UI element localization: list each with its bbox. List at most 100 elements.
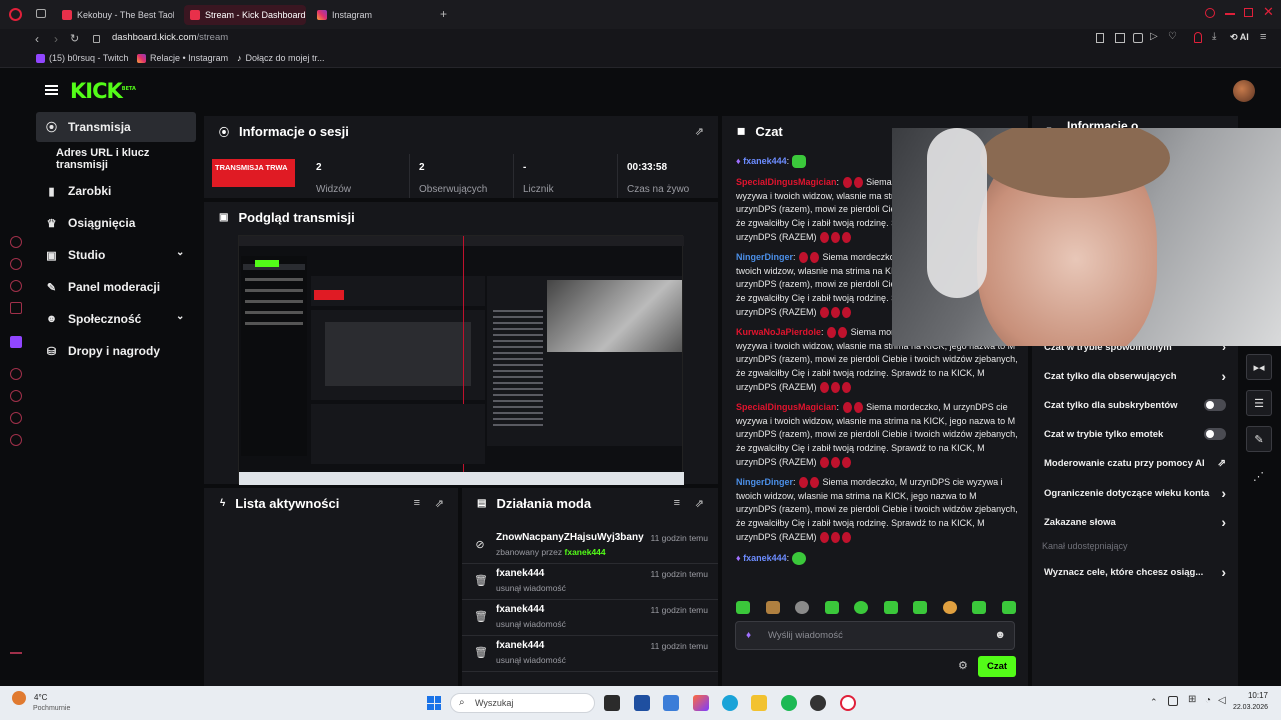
chat-username[interactable]: NingerDinger <box>736 252 793 262</box>
chat-message[interactable]: SpecialDingusMagician: Siema mordeczko, … <box>736 401 1018 470</box>
edge-icon[interactable] <box>722 695 738 711</box>
setting-ai-moderation[interactable]: Moderowanie czatu przy pomocy AI ⇗ <box>1044 450 1226 476</box>
sidebar-app-icon[interactable] <box>10 236 22 248</box>
copilot-icon[interactable] <box>693 695 709 711</box>
heart-icon[interactable]: ♡ <box>1168 31 1177 42</box>
chat-username[interactable]: KurwaNoJaPierdole <box>736 327 821 337</box>
emote-icon[interactable] <box>854 601 869 614</box>
opera-logo-icon[interactable] <box>9 8 22 21</box>
sidebar-app-icon[interactable] <box>10 302 22 314</box>
sidebar-app-icon[interactable] <box>10 258 22 270</box>
wifi-icon[interactable]: ◔ <box>1205 695 1211 706</box>
twitch-sidebar-icon[interactable] <box>10 336 22 348</box>
popout-icon[interactable]: ⇗ <box>695 497 704 510</box>
setting-followers-only[interactable]: Czat tylko dla obserwujących › <box>1044 363 1226 389</box>
nav-item-stream-url-key[interactable]: Adres URL i klucz transmisji <box>36 144 196 174</box>
sidebar-app-icon[interactable] <box>10 368 22 380</box>
chevron-down-icon[interactable]: ⌄ <box>176 247 184 258</box>
tab-kekobuy[interactable]: Kekobuy - The Best Taob <box>56 5 174 25</box>
emote-icon[interactable] <box>824 601 839 614</box>
search-tabs-icon[interactable] <box>1205 8 1215 18</box>
mod-action-row[interactable]: ⊘ ZnowNacpanyZHajsuWyj3bany zbanowany pr… <box>462 528 718 564</box>
nav-item-studio[interactable]: ▣ Studio ⌄ <box>36 240 196 270</box>
workspaces-icon[interactable] <box>36 9 46 18</box>
back-icon[interactable]: ‹ <box>35 32 39 46</box>
toggle-switch[interactable] <box>1204 399 1226 411</box>
chat-message[interactable]: ♦ fxanek444: <box>736 552 1018 566</box>
language-icon[interactable]: ⊞ <box>1188 694 1196 705</box>
taskbar-search[interactable]: ⌕ Wyszukaj <box>450 693 595 713</box>
tray-chevron-icon[interactable]: ⌃ <box>1150 697 1158 708</box>
mod-action-row[interactable]: 🗑 fxanek444 usunął wiadomość 11 godzin t… <box>462 636 718 672</box>
wrench-tool-icon[interactable]: ✎ <box>1246 426 1272 452</box>
hamburger-menu-icon[interactable] <box>45 85 58 95</box>
menu-icon[interactable]: ≡ <box>1260 31 1266 43</box>
list-tool-icon[interactable]: ☰ <box>1246 390 1272 416</box>
outlook-icon[interactable] <box>663 695 679 711</box>
ai-button[interactable]: ⟲ AI <box>1230 32 1249 43</box>
profile-icon[interactable] <box>1194 32 1202 43</box>
sidebar-app-icon[interactable] <box>10 390 22 402</box>
chat-username[interactable]: fxanek444 <box>743 553 787 563</box>
chat-username[interactable]: SpecialDingusMagician <box>736 177 837 187</box>
windows-start-icon[interactable] <box>427 696 441 710</box>
sidebar-app-icon[interactable] <box>10 412 22 424</box>
task-view-icon[interactable] <box>604 695 620 711</box>
setting-goals[interactable]: Wyznacz cele, które chcesz osiąg... › <box>1044 559 1226 585</box>
emote-icon[interactable] <box>913 601 928 614</box>
emote-icon[interactable] <box>736 601 750 614</box>
weather-icon[interactable] <box>12 691 26 705</box>
bookmark-twitch[interactable]: (15) b0rsuq - Twitch <box>36 53 128 63</box>
play-icon[interactable]: ▷ <box>1150 31 1158 42</box>
chat-settings-gear-icon[interactable]: ⚙ <box>958 659 968 672</box>
setting-emote-only[interactable]: Czat w trybie tylko emotek <box>1044 421 1226 447</box>
share-tool-icon[interactable]: ⋰ <box>1253 470 1264 483</box>
emote-icon[interactable] <box>795 601 810 614</box>
minimize-icon[interactable] <box>1225 13 1235 15</box>
setting-banned-words[interactable]: Zakazane słowa › <box>1044 509 1226 535</box>
chat-username[interactable]: SpecialDingusMagician <box>736 402 837 412</box>
nav-item-zarobki[interactable]: ▮ Zarobki <box>36 176 196 206</box>
nav-item-spolecznosc[interactable]: ☻ Społeczność ⌄ <box>36 304 196 334</box>
spotify-icon[interactable] <box>781 695 797 711</box>
nav-item-panel-moderacji[interactable]: ✎ Panel moderacji <box>36 272 196 302</box>
popout-icon[interactable]: ⇗ <box>695 125 704 138</box>
emote-icon[interactable] <box>765 601 780 614</box>
chat-username[interactable]: fxanek444 <box>743 156 787 166</box>
forward-icon[interactable]: › <box>54 32 58 46</box>
snapshot-icon[interactable] <box>1115 33 1125 43</box>
toggle-switch[interactable] <box>1204 428 1226 440</box>
sidebar-more-icon[interactable] <box>10 652 22 654</box>
bookmark-tiktok[interactable]: ♪ Dołącz do mojej tr... <box>237 53 325 63</box>
chat-send-button[interactable]: Czat <box>978 656 1016 677</box>
filter-icon[interactable]: ≡ <box>674 497 680 509</box>
maximize-icon[interactable] <box>1244 8 1253 17</box>
kick-logo[interactable]: KICKBETA <box>70 79 136 103</box>
raid-tool-icon[interactable]: ▸◂ <box>1246 354 1272 380</box>
popout-icon[interactable]: ⇗ <box>435 497 444 510</box>
url-field[interactable]: dashboard.kick.com/stream <box>112 32 228 43</box>
filter-icon[interactable]: ≡ <box>414 497 420 509</box>
explorer-icon[interactable] <box>751 695 767 711</box>
emote-icon[interactable] <box>942 601 957 614</box>
shield-icon[interactable] <box>1133 33 1143 43</box>
setting-account-age[interactable]: Ograniczenie dotyczące wieku konta › <box>1044 480 1226 506</box>
sidebar-app-icon[interactable] <box>10 280 22 292</box>
bookmark-instagram[interactable]: Relacje • Instagram <box>137 53 228 63</box>
nav-item-dropy[interactable]: ⛁ Dropy i nagrody <box>36 336 196 366</box>
setting-subscribers-only[interactable]: Czat tylko dla subskrybentów <box>1044 392 1226 418</box>
emoji-picker-icon[interactable]: ☻ <box>994 629 1006 641</box>
new-tab-icon[interactable]: + <box>440 7 447 21</box>
chat-input-box[interactable]: ♦ Wyślij wiadomość ☻ <box>735 621 1015 650</box>
chat-message[interactable]: NingerDinger: Siema mordeczko, M urzynDP… <box>736 476 1018 545</box>
tab-instagram[interactable]: Instagram <box>311 5 431 25</box>
tray-app-icon[interactable] <box>1168 696 1178 706</box>
mod-action-row[interactable]: 🗑 fxanek444 usunął wiadomość 11 godzin t… <box>462 600 718 636</box>
opera-taskbar-icon[interactable] <box>840 695 856 711</box>
clock-date[interactable]: 22.03.2026 <box>1222 704 1268 711</box>
close-window-icon[interactable]: ✕ <box>1263 4 1274 20</box>
emote-icon[interactable] <box>1001 601 1016 614</box>
nav-item-transmisja[interactable]: ⦿ Transmisja <box>36 112 196 142</box>
chevron-down-icon[interactable]: ⌄ <box>176 311 184 322</box>
download-icon[interactable]: ⤓ <box>1212 31 1216 42</box>
